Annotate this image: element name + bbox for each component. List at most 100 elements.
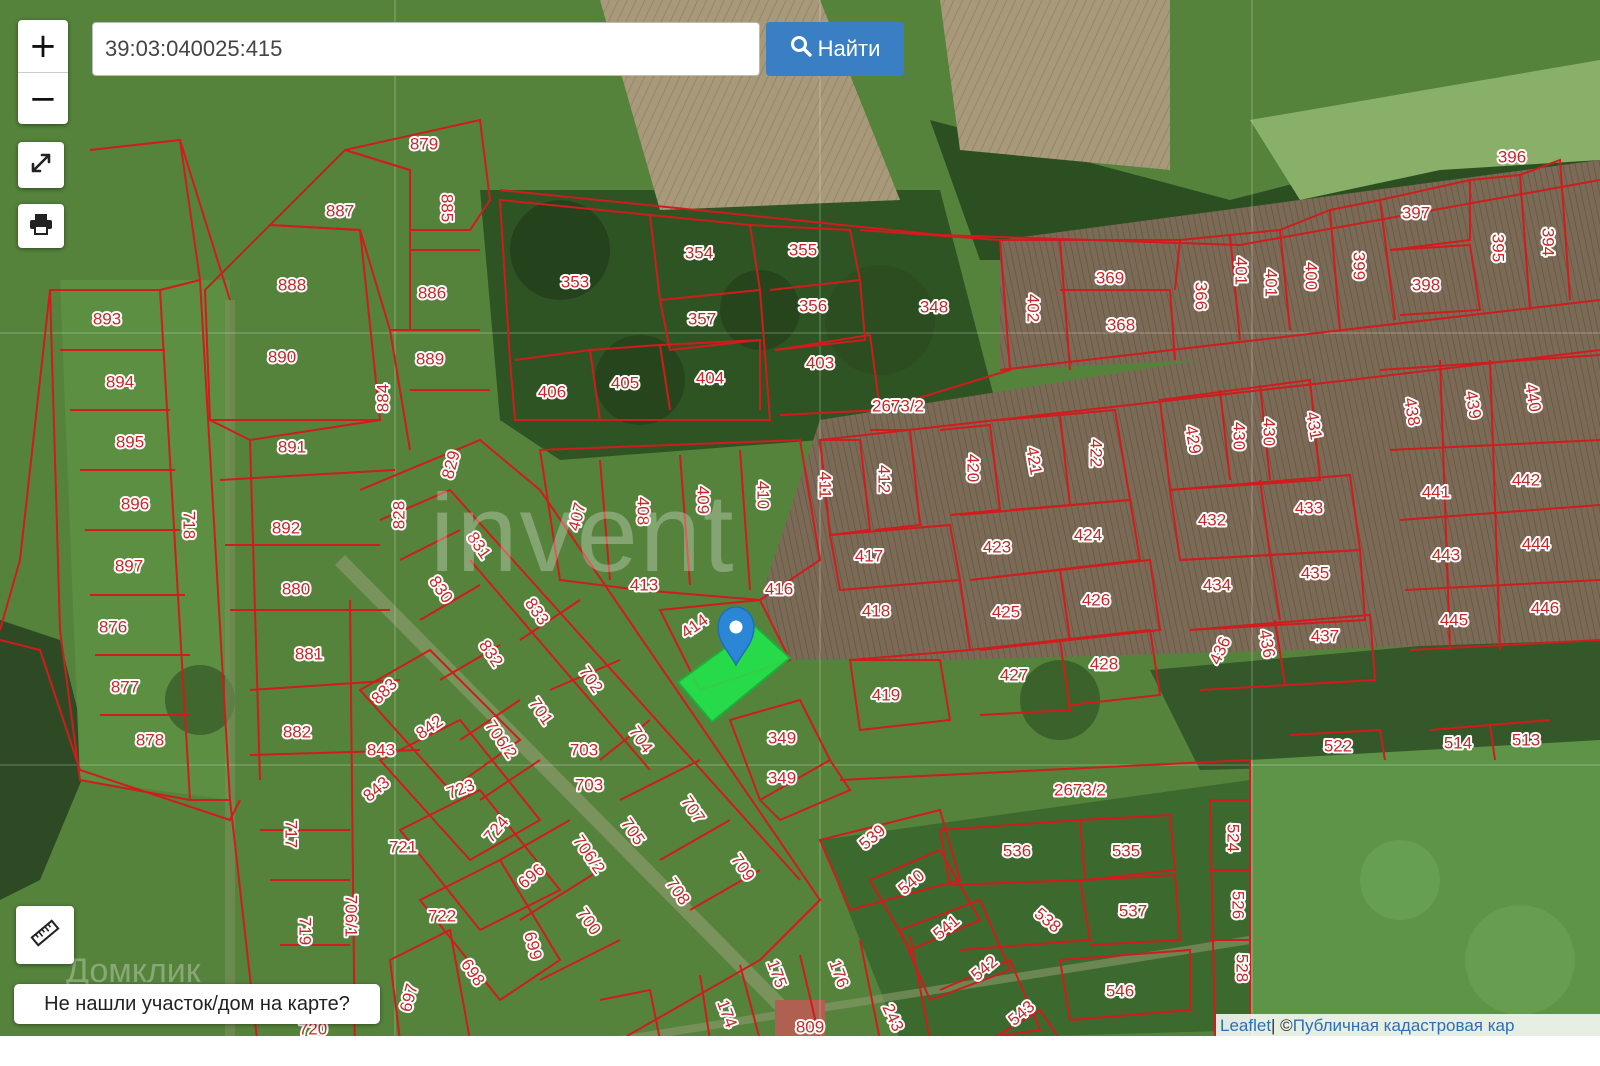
fullscreen-button[interactable] [18,142,64,188]
leaflet-link[interactable]: Leaflet [1220,1016,1271,1036]
find-button[interactable]: Найти [766,22,904,76]
parcel-label: 717 [282,820,301,848]
parcel-label: 406 [538,382,566,401]
parcel-label: 881 [295,644,323,663]
not-found-button[interactable]: Не нашли участок/дом на карте? [14,984,380,1024]
parcel-label: 398 [1412,275,1440,294]
parcel-label: 513 [1512,730,1540,749]
parcel-label: 719 [296,917,315,945]
parcel-label: 890 [268,347,296,366]
parcel-label: 522 [1324,736,1352,755]
parcel-label: 366 [1192,282,1211,310]
parcel-label: 877 [111,677,139,696]
parcel-label: 897 [115,556,143,575]
parcel-label: 546 [1106,981,1134,1000]
parcel-label: 434 [1203,575,1231,594]
parcel-label: 706/1 [342,895,361,938]
parcel-label: 721 [389,837,417,856]
parcel-label: 878 [136,730,164,749]
parcel-label: 417 [855,546,883,565]
parcel-label: 349 [768,768,796,787]
parcel-label: 411 [816,471,835,498]
parcel-label: 703 [575,775,603,794]
parcel-label: 422 [1087,439,1106,467]
parcel-label: 402 [1024,294,1043,322]
parcel-label: 354 [685,243,713,262]
parcel-label: 410 [754,481,773,509]
parcel-label: 437 [1311,626,1339,645]
zoom-in-button[interactable]: + [18,20,68,73]
parcel-label: 441 [1422,482,1450,501]
cadastral-map[interactable]: 879885887888 886893890 889894884895 8918298… [0,0,1600,1066]
parcel-label: 412 [875,465,894,493]
parcel-label: 430 [1260,418,1279,446]
find-button-label: Найти [817,36,881,61]
parcel-label: 893 [93,309,121,328]
parcel-label: 895 [116,432,144,451]
parcel-label: 368 [1107,315,1135,334]
parcel-label: 401 [1232,257,1251,285]
parcel-label: 357 [688,309,716,328]
parcel-label: 828 [389,501,408,529]
parcel-label: 536 [1003,841,1031,860]
parcel-label: 369 [1096,268,1124,287]
parcel-label: 526 [1229,891,1248,919]
parcel-label: 426 [1082,590,1110,609]
satellite-base [0,0,1600,1066]
parcel-label: 886 [418,283,446,302]
parcel-label: 879 [410,134,438,153]
parcel-label: 405 [611,373,639,392]
parcel-label: 443 [1432,545,1460,564]
parcel-label: 348 [920,297,948,316]
zoom-control: + − [18,20,68,124]
parcel-label: 445 [1440,610,1468,629]
parcel-label: 444 [1522,534,1550,553]
expand-icon [29,151,53,180]
parcel-label: 894 [106,372,134,391]
parcel-label: 524 [1224,824,1243,852]
parcel-label: 722 [428,906,456,925]
zoom-out-button[interactable]: − [18,73,68,125]
parcel-label: 446 [1531,598,1559,617]
parcel-label: 892 [272,518,300,537]
parcel-label: 349 [768,728,796,747]
parcel-label: 435 [1301,563,1329,582]
parcel-label: 896 [121,494,149,513]
parcel-label: 401 [1262,269,1281,297]
parcel-label: 427 [1000,665,1028,684]
cadastral-map-link[interactable]: Публичная кадастровая кар [1293,1016,1515,1036]
parcel-label: 432 [1198,510,1226,529]
parcel-label: 428 [1090,654,1118,673]
parcel-label: 397 [1402,203,1430,222]
parcel-label: 889 [416,349,444,368]
parcel-label: 537 [1119,901,1147,920]
parcel-label: 718 [180,511,199,539]
parcel-label: 442 [1512,470,1540,489]
print-button[interactable] [18,204,64,248]
parcel-label: 880 [282,579,310,598]
map-attribution: Leaflet | © Публичная кадастровая кар [1216,1014,1600,1038]
parcel-label: 396 [1498,147,1526,166]
parcel-label: 355 [789,240,817,259]
parcel-label: 399 [1350,252,1369,280]
parcel-label: 416 [765,579,793,598]
parcel-label: 356 [799,296,827,315]
parcel-label: 403 [806,353,834,372]
parcel-label: 882 [283,722,311,741]
ruler-icon [30,918,60,953]
parcel-label: 843 [367,740,395,759]
parcel-label: 424 [1074,525,1102,544]
parcel-label: 887 [326,201,354,220]
parcel-label: 888 [278,275,306,294]
parcel-label: 418 [862,601,890,620]
parcel-label: 404 [696,368,724,387]
measure-button[interactable] [16,906,74,964]
parcel-label: 430 [1230,422,1249,450]
search-icon [790,35,812,63]
parcel-label: 423 [983,537,1011,556]
parcel-label: 425 [992,602,1020,621]
parcel-label: 809 [796,1017,824,1036]
cadastral-search-input[interactable] [92,22,760,76]
parcel-label: 400 [1302,262,1321,290]
printer-icon [29,213,53,240]
